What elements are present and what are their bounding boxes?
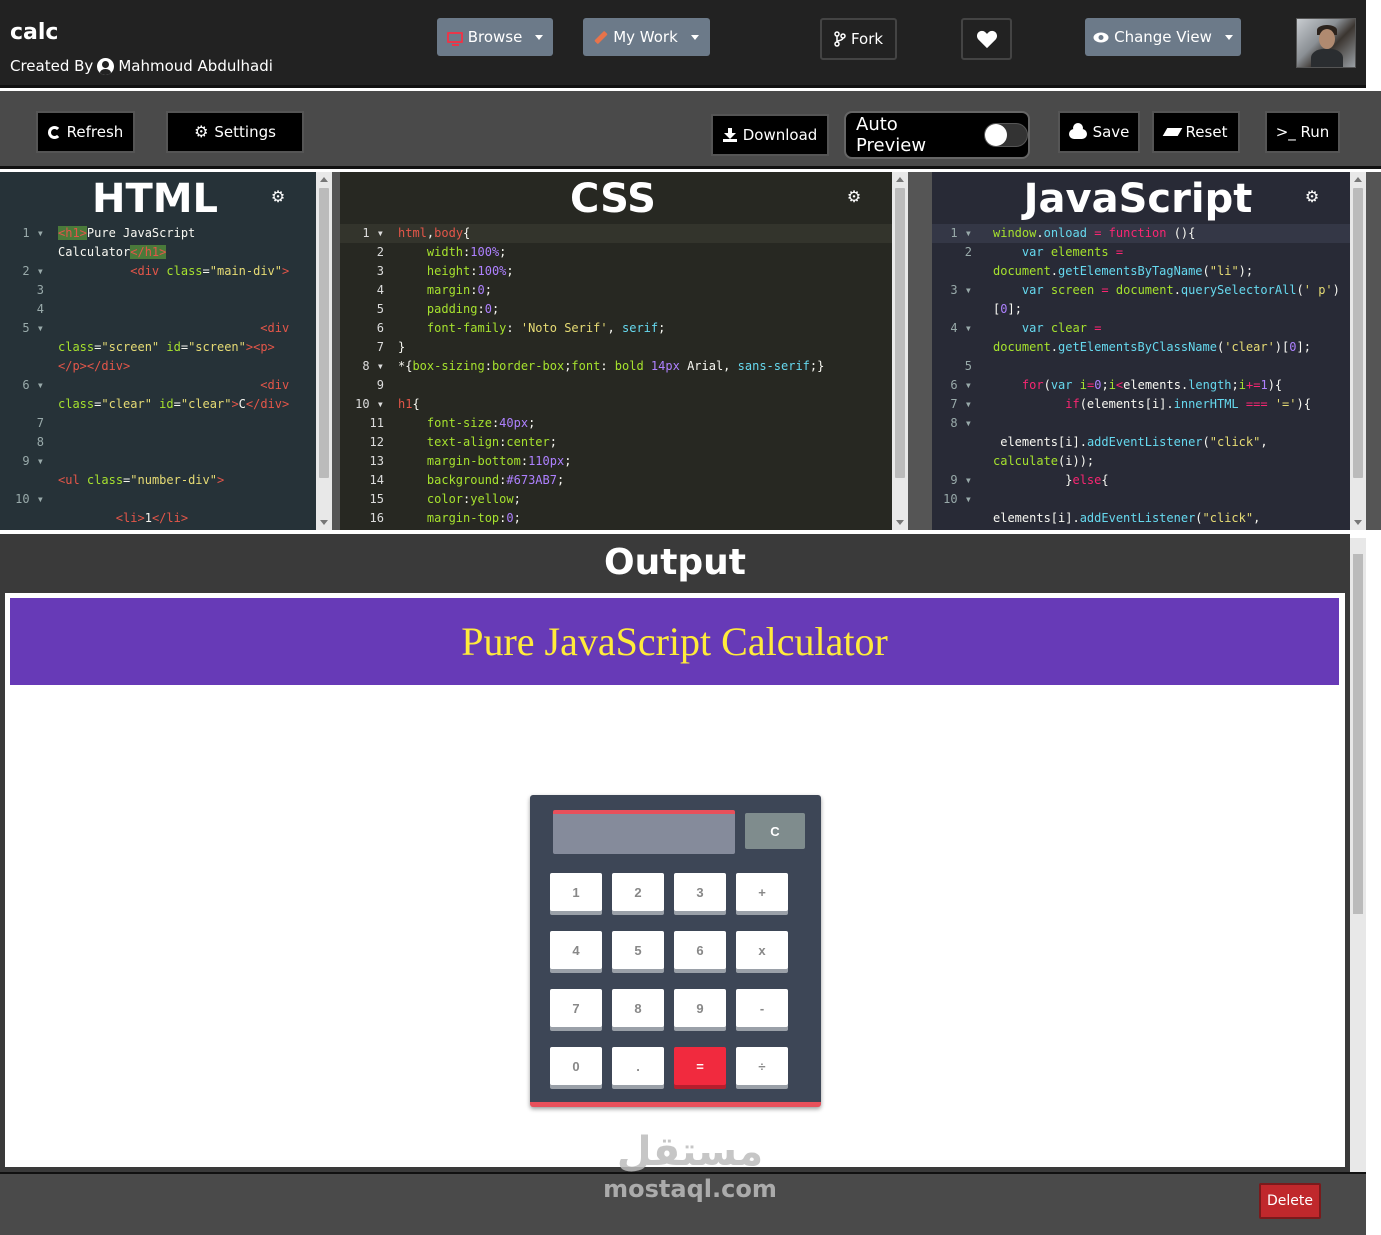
run-label: >_ Run xyxy=(1275,123,1330,141)
my-work-label: My Work xyxy=(613,28,678,46)
calculator-heading: Pure JavaScript Calculator xyxy=(10,598,1339,685)
like-button[interactable] xyxy=(961,18,1012,60)
refresh-label: Refresh xyxy=(66,123,124,141)
gear-icon: ⚙ xyxy=(194,122,209,141)
output-scrollbar[interactable] xyxy=(1350,538,1366,1172)
output-frame: Pure JavaScript Calculator C 1 2 3 + 4 5… xyxy=(0,588,1350,1172)
eraser-icon xyxy=(1162,128,1182,136)
save-label: Save xyxy=(1092,123,1130,141)
gear-icon[interactable]: ⚙ xyxy=(270,190,286,206)
calc-key-2[interactable]: 2 xyxy=(612,873,664,911)
output-title: Output xyxy=(0,534,1350,588)
delete-button[interactable]: Delete xyxy=(1259,1183,1321,1219)
calc-key-divide[interactable]: ÷ xyxy=(736,1047,788,1085)
html-editor-scrollbar[interactable] xyxy=(316,172,332,530)
css-editor[interactable]: CSS ⚙ 1 ▾ html,body{ 2 width:100%; 3 heig… xyxy=(340,172,892,530)
calc-key-4[interactable]: 4 xyxy=(550,931,602,969)
calc-key-multiply[interactable]: x xyxy=(736,931,788,969)
html-editor[interactable]: HTML ⚙ 1 ▾ <h1>Pure JavaScript Calculator… xyxy=(0,172,316,530)
project-title: calc xyxy=(10,20,59,45)
calc-key-6[interactable]: 6 xyxy=(674,931,726,969)
user-icon xyxy=(97,57,115,75)
pencil-icon xyxy=(594,30,608,44)
created-by-label: Created By xyxy=(10,57,94,75)
clear-key[interactable]: C xyxy=(745,813,805,849)
calc-key-5[interactable]: 5 xyxy=(612,931,664,969)
download-button[interactable]: Download xyxy=(711,114,829,156)
calc-key-plus[interactable]: + xyxy=(736,873,788,911)
fork-label: Fork xyxy=(850,30,884,48)
user-avatar[interactable] xyxy=(1296,18,1356,68)
settings-button[interactable]: ⚙ Settings xyxy=(166,111,304,153)
toggle-switch[interactable] xyxy=(984,123,1028,147)
calculator-keys: 1 2 3 + 4 5 6 x 7 8 9 - 0 . = ÷ xyxy=(550,873,800,1085)
calc-key-0[interactable]: 0 xyxy=(550,1047,602,1085)
change-view-label: Change View xyxy=(1114,28,1212,46)
javascript-editor-scrollbar[interactable] xyxy=(1350,172,1366,530)
calc-key-9[interactable]: 9 xyxy=(674,989,726,1027)
settings-label: Settings xyxy=(214,123,276,141)
reset-label: Reset xyxy=(1185,123,1228,141)
refresh-icon xyxy=(47,125,61,139)
css-editor-title: CSS xyxy=(570,176,656,222)
eye-icon xyxy=(1093,32,1109,42)
editor-panels: HTML ⚙ 1 ▾ <h1>Pure JavaScript Calculator… xyxy=(0,172,1381,530)
calc-key-7[interactable]: 7 xyxy=(550,989,602,1027)
css-editor-scrollbar[interactable] xyxy=(892,172,908,530)
calculator-screen xyxy=(553,810,735,854)
calc-key-1[interactable]: 1 xyxy=(550,873,602,911)
fork-button[interactable]: Fork xyxy=(820,18,897,60)
watermark-latin: mostaql.com xyxy=(603,1175,777,1203)
javascript-editor[interactable]: JavaScript ⚙ 1 ▾ window.onload = function… xyxy=(932,172,1350,530)
change-view-button[interactable]: Change View xyxy=(1085,18,1241,56)
caret-down-icon xyxy=(1224,34,1233,40)
calc-key-3[interactable]: 3 xyxy=(674,873,726,911)
editor-toolbar: Refresh ⚙ Settings Download Auto Preview… xyxy=(0,91,1381,169)
auto-preview-toggle[interactable]: Auto Preview xyxy=(844,111,1030,159)
app-header: calc Created By Mahmoud Abdulhadi Browse… xyxy=(0,0,1366,88)
caret-down-icon xyxy=(535,34,544,40)
html-code[interactable]: 1 ▾ <h1>Pure JavaScript Calculator</h1> 2… xyxy=(0,224,316,530)
heart-icon xyxy=(976,30,997,49)
gear-icon[interactable]: ⚙ xyxy=(846,190,862,206)
reset-button[interactable]: Reset xyxy=(1152,111,1240,153)
calc-key-equals[interactable]: = xyxy=(674,1047,726,1085)
refresh-button[interactable]: Refresh xyxy=(36,111,135,153)
author-name[interactable]: Mahmoud Abdulhadi xyxy=(118,57,273,75)
download-label: Download xyxy=(742,126,818,144)
caret-down-icon xyxy=(690,34,699,40)
output-preview[interactable]: Pure JavaScript Calculator C 1 2 3 + 4 5… xyxy=(5,593,1345,1167)
created-by: Created By Mahmoud Abdulhadi xyxy=(10,57,273,75)
javascript-editor-title: JavaScript xyxy=(1023,176,1253,222)
run-button[interactable]: >_ Run xyxy=(1265,111,1340,153)
save-button[interactable]: Save xyxy=(1058,111,1140,153)
browse-label: Browse xyxy=(467,28,523,46)
monitor-icon xyxy=(446,31,463,46)
calc-key-decimal[interactable]: . xyxy=(612,1047,664,1085)
css-code[interactable]: 1 ▾ html,body{ 2 width:100%; 3 height:100… xyxy=(340,224,892,530)
calculator: C 1 2 3 + 4 5 6 x 7 8 9 - 0 . = ÷ xyxy=(530,795,821,1107)
browse-button[interactable]: Browse xyxy=(437,18,553,56)
mostaql-watermark: مستقل mostaql.com xyxy=(600,1128,780,1212)
html-editor-title: HTML xyxy=(91,176,219,222)
calc-key-8[interactable]: 8 xyxy=(612,989,664,1027)
download-icon xyxy=(722,128,737,142)
javascript-code[interactable]: 1 ▾ window.onload = function (){ 2 var el… xyxy=(932,224,1350,530)
watermark-arabic: مستقل xyxy=(616,1129,764,1175)
cloud-icon xyxy=(1068,123,1087,139)
my-work-button[interactable]: My Work xyxy=(583,18,710,56)
auto-preview-label: Auto Preview xyxy=(856,114,927,156)
gear-icon[interactable]: ⚙ xyxy=(1304,190,1320,206)
calc-key-minus[interactable]: - xyxy=(736,989,788,1027)
fork-icon xyxy=(834,31,846,47)
